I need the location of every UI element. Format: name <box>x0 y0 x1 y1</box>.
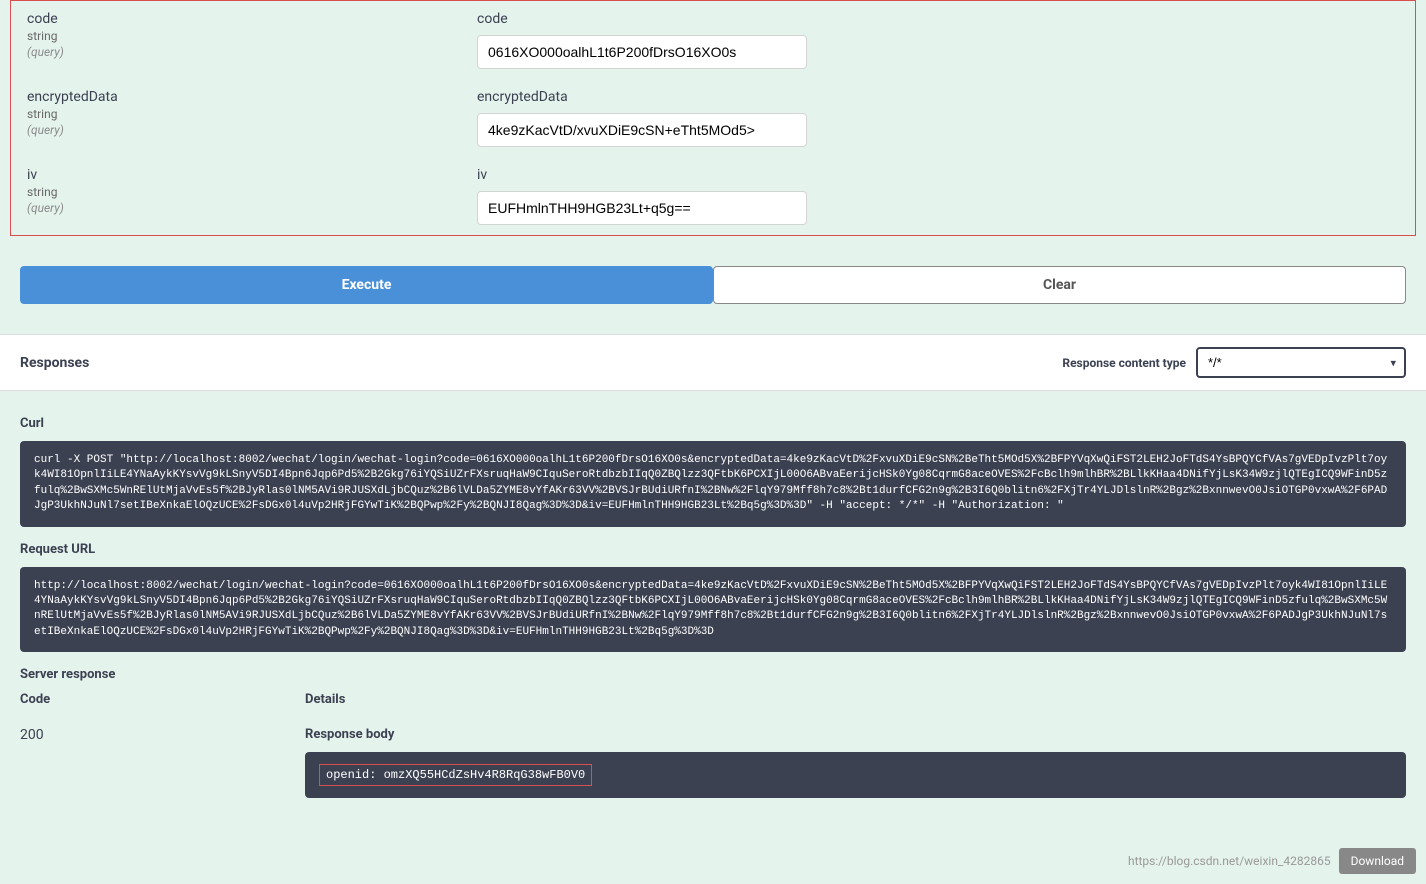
responses-title: Responses <box>20 355 89 371</box>
clear-button[interactable]: Clear <box>713 266 1406 304</box>
responses-header: Responses Response content type */* ▾ <box>0 334 1426 391</box>
param-name: encryptedData <box>27 89 477 105</box>
download-button[interactable]: Download <box>1339 848 1416 874</box>
field-label: encryptedData <box>477 89 1399 105</box>
content-type-select[interactable]: */* <box>1196 347 1406 378</box>
param-location: (query) <box>27 201 477 215</box>
watermark-url: https://blog.csdn.net/weixin_4282865 <box>1128 854 1331 868</box>
response-body-label: Response body <box>305 727 1406 742</box>
watermark: https://blog.csdn.net/weixin_4282865 Dow… <box>1128 848 1416 874</box>
button-row: Execute Clear <box>20 266 1406 304</box>
server-response-title: Server response <box>20 667 1406 682</box>
details-header: Details <box>305 692 1406 707</box>
execute-button[interactable]: Execute <box>20 266 713 304</box>
field-label: code <box>477 11 1399 27</box>
encrypteddata-input[interactable] <box>477 113 807 147</box>
code-header: Code <box>20 692 305 707</box>
param-row-iv: iv string (query) iv <box>11 157 1415 235</box>
param-type: string <box>27 107 477 121</box>
content-type-label: Response content type <box>1062 356 1186 370</box>
field-label: iv <box>477 167 1399 183</box>
param-type: string <box>27 185 477 199</box>
param-location: (query) <box>27 45 477 59</box>
curl-block[interactable]: curl -X POST "http://localhost:8002/wech… <box>20 441 1406 527</box>
code-input[interactable] <box>477 35 807 69</box>
param-row-encrypteddata: encryptedData string (query) encryptedDa… <box>11 79 1415 157</box>
request-url-title: Request URL <box>20 542 1406 557</box>
param-name: iv <box>27 167 477 183</box>
response-body-block[interactable]: openid: omzXQ55HCdZsHv4R8RqG38wFB0V0 <box>305 752 1406 798</box>
response-body-content: openid: omzXQ55HCdZsHv4R8RqG38wFB0V0 <box>319 764 592 786</box>
param-type: string <box>27 29 477 43</box>
iv-input[interactable] <box>477 191 807 225</box>
response-code: 200 <box>20 727 305 798</box>
param-row-code: code string (query) code <box>11 1 1415 79</box>
curl-title: Curl <box>20 416 1406 431</box>
parameters-box: code string (query) code encryptedData s… <box>10 0 1416 236</box>
param-name: code <box>27 11 477 27</box>
param-location: (query) <box>27 123 477 137</box>
request-url-block[interactable]: http://localhost:8002/wechat/login/wecha… <box>20 567 1406 653</box>
